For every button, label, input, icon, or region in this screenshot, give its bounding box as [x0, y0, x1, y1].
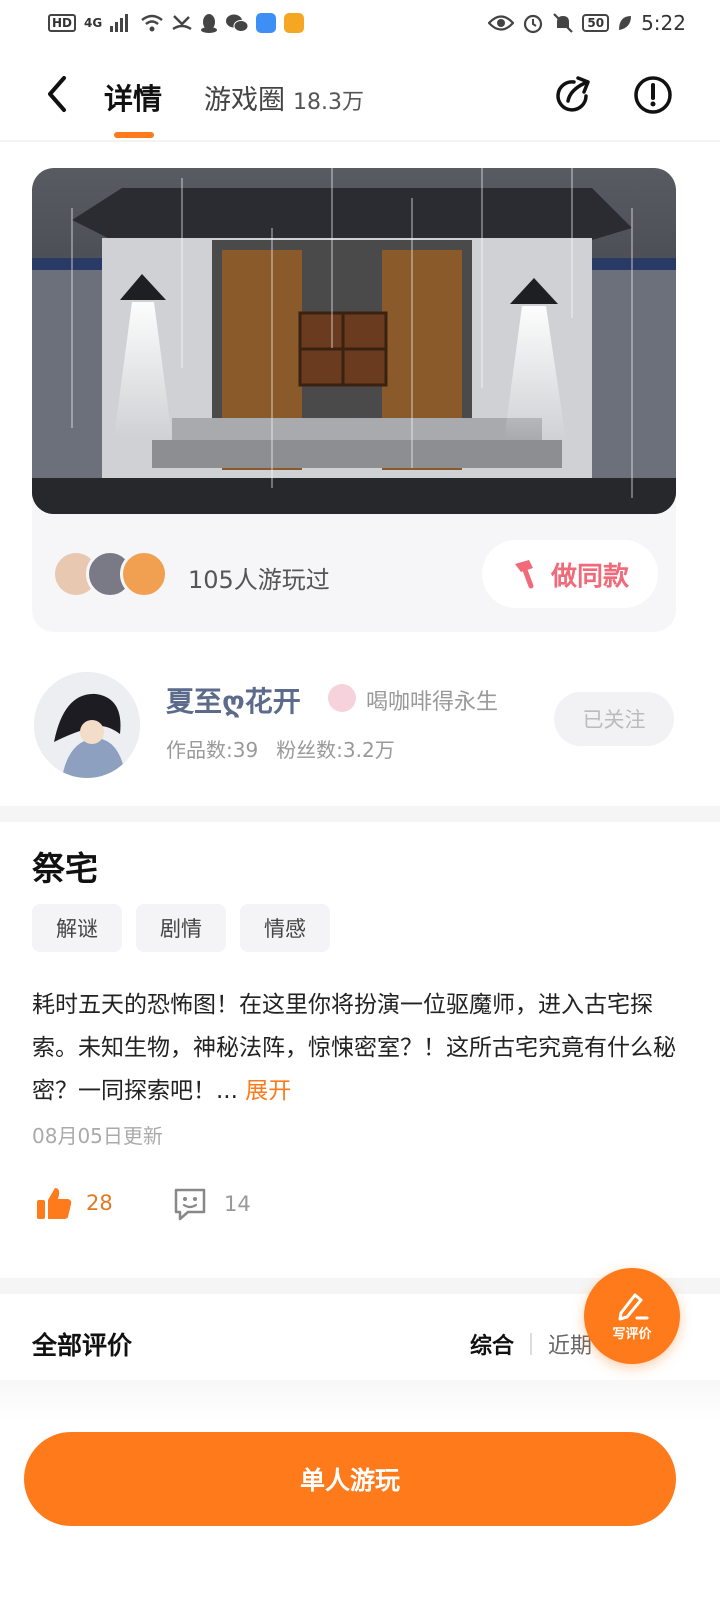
back-arrow-icon[interactable]	[42, 74, 72, 114]
wifi-icon	[141, 14, 163, 32]
eye-icon	[488, 15, 515, 31]
report-icon[interactable]	[632, 74, 674, 116]
like-count: 28	[86, 1191, 113, 1215]
status-bar: HD 4G 50 5:22	[0, 0, 720, 46]
active-tab-indicator	[114, 132, 154, 138]
player-avatar	[120, 550, 168, 598]
tab-detail[interactable]: 详情	[104, 76, 162, 118]
game-description: 耗时五天的恐怖图！在这里你将扮演一位驱魔师，进入古宅探索。未知生物，神秘法阵，惊…	[32, 984, 682, 1113]
comment-count: 14	[224, 1192, 251, 1216]
game-cover-card: 105人游玩过 做同款	[32, 168, 676, 632]
author-avatar-illustration	[34, 672, 140, 778]
mute-icon	[553, 13, 574, 33]
video-app-icon	[284, 13, 305, 33]
like-button[interactable]: 28	[36, 1186, 113, 1220]
cloud-app-icon	[256, 13, 277, 33]
update-date: 08月05日更新	[32, 1124, 163, 1148]
leaf-icon	[619, 16, 632, 30]
tag-puzzle[interactable]: 解谜	[32, 904, 122, 952]
qq-icon	[201, 14, 218, 33]
signal-icon	[110, 14, 129, 32]
author-name[interactable]: 夏至ღ花开	[166, 680, 301, 720]
played-count: 105人游玩过	[188, 566, 330, 594]
nav-divider	[0, 140, 720, 142]
write-review-button[interactable]: 写评价	[584, 1268, 680, 1364]
tag-emotion[interactable]: 情感	[240, 904, 330, 952]
thumbs-up-icon	[37, 1188, 72, 1219]
players-avatars[interactable]	[52, 550, 182, 600]
hammer-icon	[514, 560, 534, 589]
game-cover-image[interactable]	[32, 168, 676, 514]
hd-badge: HD	[48, 14, 77, 32]
haunted-house-illustration	[32, 168, 676, 514]
author-avatar[interactable]	[34, 672, 140, 778]
review-sort: 综合 近期	[470, 1328, 592, 1360]
author-title: 喝咖啡得永生	[366, 690, 499, 715]
make-same-label: 做同款	[550, 561, 629, 592]
pen-icon	[618, 1293, 649, 1320]
sort-overall[interactable]: 综合	[470, 1328, 514, 1360]
network-type: 4G	[84, 16, 103, 30]
author-stats: 作品数:39 粉丝数:3.2万	[166, 734, 395, 763]
tab-game-circle-label: 游戏圈	[204, 85, 285, 116]
reviews-title: 全部评价	[32, 1331, 133, 1360]
bottom-fade	[0, 1380, 720, 1420]
author-badge-icon	[328, 684, 356, 712]
tab-game-circle-count: 18.3万	[293, 90, 364, 115]
comment-icon	[174, 1188, 206, 1221]
tag-story[interactable]: 剧情	[136, 904, 226, 952]
battery-icon: 50	[582, 14, 610, 32]
alarm-icon	[524, 14, 543, 34]
share-icon[interactable]	[552, 74, 594, 116]
tab-game-circle[interactable]: 游戏圈 18.3万	[204, 78, 364, 117]
section-divider	[0, 806, 720, 822]
status-right: 50 5:22	[488, 11, 686, 35]
comment-button[interactable]: 14	[172, 1186, 251, 1222]
sort-recent[interactable]: 近期	[548, 1328, 592, 1360]
missed-call-icon	[172, 15, 192, 31]
tag-list: 解谜 剧情 情感	[32, 904, 330, 952]
status-left: HD 4G	[48, 13, 305, 33]
follow-button[interactable]: 已关注	[554, 692, 674, 746]
clock: 5:22	[641, 11, 686, 35]
top-nav: 详情 游戏圈 18.3万	[0, 54, 720, 144]
author-fans: 粉丝数:3.2万	[276, 738, 395, 762]
game-description-text: 耗时五天的恐怖图！在这里你将扮演一位驱魔师，进入古宅探索。未知生物，神秘法阵，惊…	[32, 992, 676, 1104]
sort-separator	[530, 1333, 533, 1355]
wechat-icon	[226, 14, 249, 32]
author-works: 作品数:39	[166, 738, 259, 762]
game-title: 祭宅	[32, 849, 98, 888]
write-review-label: 写评价	[612, 1326, 652, 1342]
single-play-button[interactable]: 单人游玩	[24, 1432, 676, 1526]
make-same-button[interactable]: 做同款	[482, 540, 658, 608]
expand-link[interactable]: 展开	[245, 1078, 291, 1104]
